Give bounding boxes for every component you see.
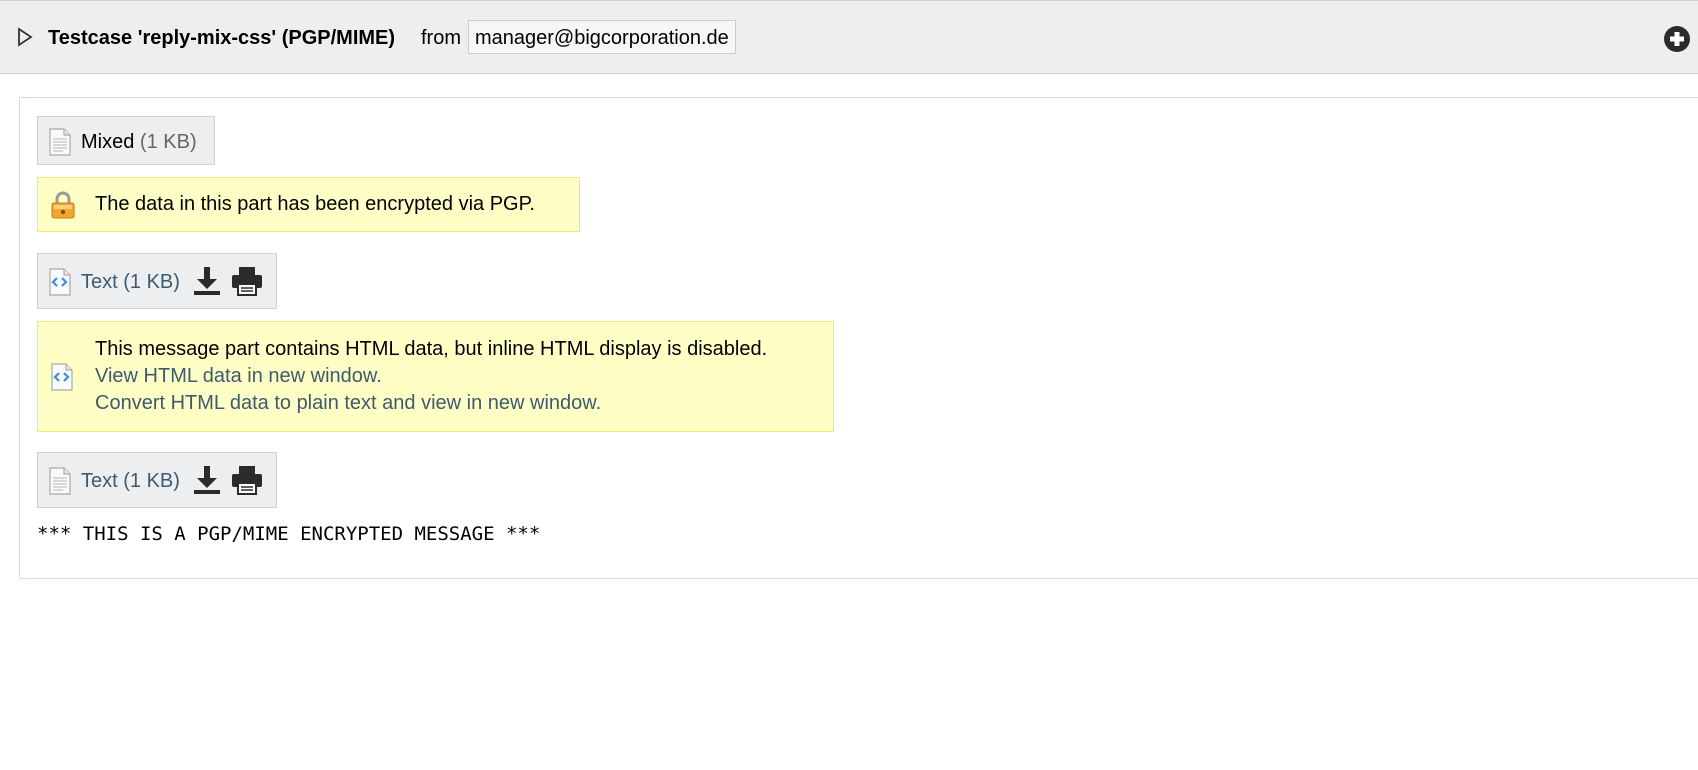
message-header: Testcase 'reply-mix-css' (PGP/MIME) from…: [0, 0, 1698, 74]
message-body-text: *** THIS IS A PGP/MIME ENCRYPTED MESSAGE…: [37, 523, 541, 545]
mime-part-html: Text (1 KB): [37, 253, 277, 309]
download-icon[interactable]: [193, 465, 221, 495]
convert-html-link[interactable]: Convert HTML data to plain text and view…: [95, 390, 601, 417]
mime-part-mixed: Mixed (1 KB): [37, 116, 215, 165]
part-name: Mixed: [81, 131, 135, 153]
document-icon: [49, 467, 71, 495]
html-document-icon: [49, 268, 71, 296]
part-name: Text: [81, 470, 118, 492]
message-subject: Testcase 'reply-mix-css' (PGP/MIME): [48, 27, 396, 49]
printer-icon[interactable]: [231, 465, 263, 495]
pgp-notice-text: The data in this part has been encrypted…: [95, 193, 535, 215]
download-icon[interactable]: [193, 266, 221, 296]
part-name: Text: [81, 271, 118, 293]
pgp-encrypted-notice: The data in this part has been encrypted…: [37, 177, 580, 232]
part-size: (1 KB): [139, 131, 197, 153]
triangle-right-icon[interactable]: [16, 27, 34, 47]
view-html-link[interactable]: View HTML data in new window.: [95, 363, 382, 390]
html-document-icon: [51, 363, 73, 391]
document-icon: [49, 128, 71, 156]
part-label: Mixed (1 KB): [81, 129, 197, 155]
part-size: (1 KB): [123, 271, 180, 293]
lock-icon: [51, 191, 75, 219]
html-disabled-message: This message part contains HTML data, bu…: [95, 338, 768, 360]
from-label: from: [421, 27, 461, 49]
html-disabled-notice: This message part contains HTML data, bu…: [37, 321, 834, 432]
part-label[interactable]: Text (1 KB): [81, 269, 180, 295]
part-size: (1 KB): [123, 470, 180, 492]
sender-address[interactable]: manager@bigcorporation.de: [468, 20, 736, 54]
printer-icon[interactable]: [231, 266, 263, 296]
part-label[interactable]: Text (1 KB): [81, 468, 180, 494]
plus-circle-icon[interactable]: [1663, 25, 1691, 53]
mime-part-text: Text (1 KB): [37, 452, 277, 508]
